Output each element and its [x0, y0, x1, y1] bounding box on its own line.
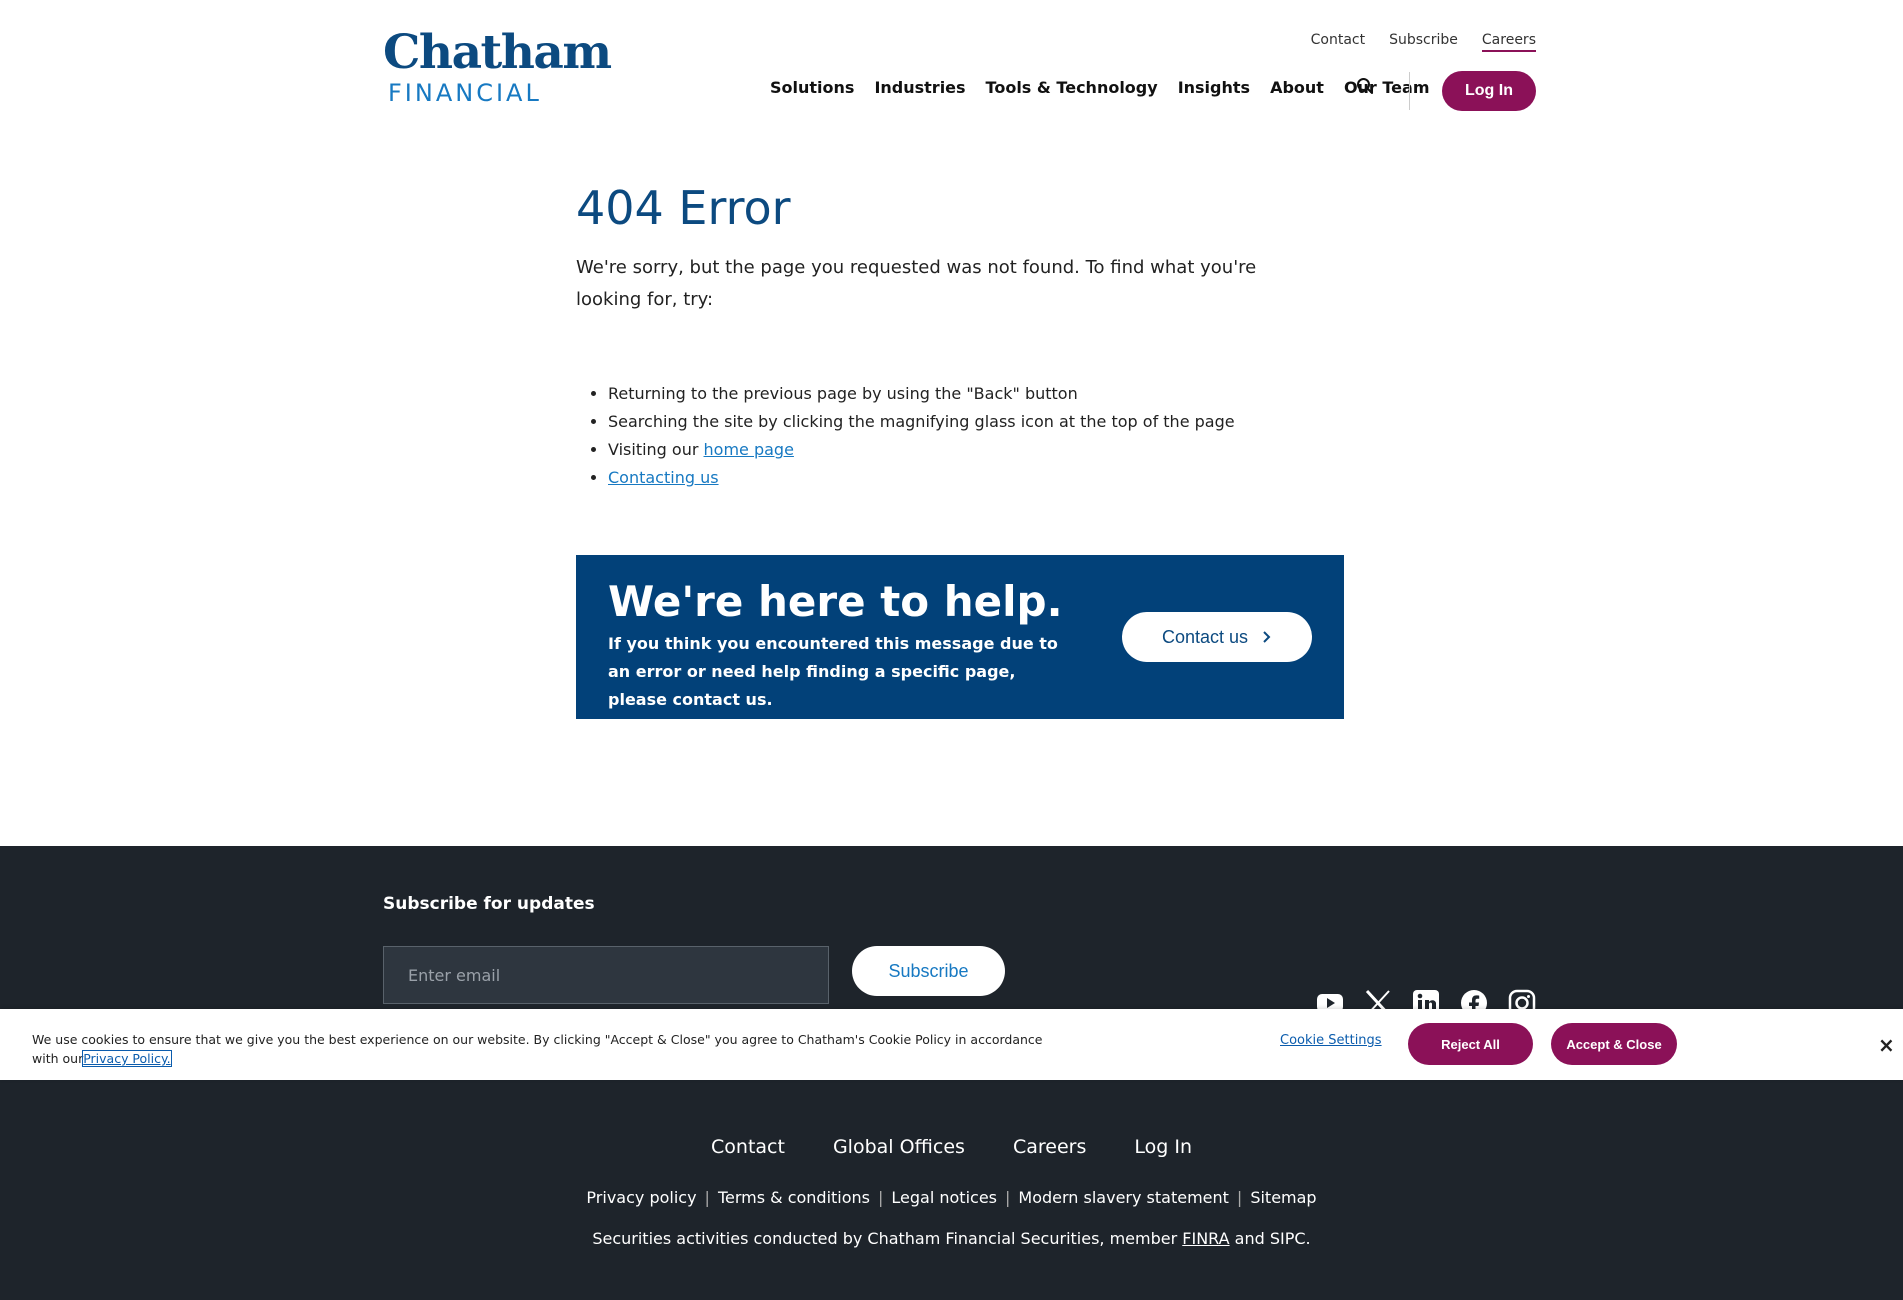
footer-link-legal[interactable]: Legal notices: [891, 1188, 997, 1207]
error-lead: We're sorry, but the page you requested …: [576, 257, 1257, 310]
list-item-text: Searching the site by clicking the magni…: [608, 412, 1235, 431]
util-link-careers[interactable]: Careers: [1481, 32, 1536, 52]
logo-subtitle: FINANCIAL: [388, 79, 542, 107]
logo-wordmark: Chatham: [383, 25, 612, 80]
link-separator: |: [878, 1188, 884, 1207]
cookie-banner: We use cookies to ensure that we give yo…: [0, 1009, 1903, 1080]
email-input[interactable]: [383, 946, 829, 1004]
footer-link-terms[interactable]: Terms & conditions: [718, 1188, 870, 1207]
list-item: Searching the site by clicking the magni…: [608, 408, 1235, 436]
nav-item-about[interactable]: About: [1270, 78, 1324, 97]
nav-item-tools-technology[interactable]: Tools & Technology: [986, 78, 1158, 97]
help-banner: We're here to help. If you think you enc…: [576, 555, 1344, 719]
cookie-message: We use cookies to ensure that we give yo…: [32, 1032, 1043, 1066]
footer-link-sitemap[interactable]: Sitemap: [1250, 1188, 1316, 1207]
close-icon[interactable]: ×: [1878, 1033, 1895, 1057]
nav-item-solutions[interactable]: Solutions: [770, 78, 854, 97]
list-item: Visiting our home page: [608, 436, 1235, 464]
footer-link-modern-slavery[interactable]: Modern slavery statement: [1018, 1188, 1229, 1207]
help-text: If you think you encountered this messag…: [608, 634, 1058, 709]
subscribe-title: Subscribe for updates: [383, 894, 595, 914]
subscribe-button[interactable]: Subscribe: [852, 946, 1005, 996]
finra-link[interactable]: FINRA: [1182, 1229, 1229, 1248]
page-title: 404 Error: [576, 181, 791, 235]
footer-link-privacy[interactable]: Privacy policy: [586, 1188, 696, 1207]
nav-item-insights[interactable]: Insights: [1178, 78, 1250, 97]
cookie-settings-link[interactable]: Cookie Settings: [1280, 1033, 1382, 1048]
list-item: Contacting us: [608, 464, 1235, 492]
footer-link-global-offices[interactable]: Global Offices: [833, 1136, 965, 1158]
link-separator: |: [1236, 1188, 1243, 1207]
footer-links: Contact Global Offices Careers Log In Pr…: [0, 1136, 1903, 1248]
footer-link-careers[interactable]: Careers: [1013, 1136, 1086, 1158]
contacting-us-link[interactable]: Contacting us: [608, 468, 719, 487]
disclosure-suffix: and SIPC.: [1229, 1229, 1311, 1248]
chatham-logo[interactable]: Chatham FINANCIAL: [383, 25, 612, 107]
nav-divider: [1409, 72, 1410, 110]
list-item-text: Returning to the previous page by using …: [608, 384, 1078, 403]
link-separator: |: [704, 1188, 710, 1207]
login-button[interactable]: Log In: [1442, 71, 1536, 111]
cookie-text: We use cookies to ensure that we give yo…: [32, 1030, 1052, 1068]
reject-all-button[interactable]: Reject All: [1408, 1023, 1533, 1065]
chevron-right-icon: [1263, 631, 1271, 643]
contact-us-label: Contact us: [1161, 626, 1249, 647]
site-header: Chatham FINANCIAL Contact Subscribe Care…: [0, 0, 1903, 130]
footer-secondary-links: Privacy policy | Terms & conditions | Le…: [0, 1188, 1903, 1207]
main-nav: Solutions Industries Tools & Technology …: [770, 78, 1430, 97]
privacy-policy-link[interactable]: Privacy Policy.: [82, 1050, 172, 1067]
util-link-subscribe[interactable]: Subscribe: [1389, 32, 1458, 52]
footer-disclosure: Securities activities conducted by Chath…: [0, 1229, 1903, 1248]
nav-item-industries[interactable]: Industries: [874, 78, 965, 97]
disclosure-text: Securities activities conducted by Chath…: [592, 1229, 1183, 1248]
list-item: Returning to the previous page by using …: [608, 380, 1235, 408]
accept-close-button[interactable]: Accept & Close: [1551, 1023, 1677, 1065]
footer-link-contact[interactable]: Contact: [711, 1136, 785, 1158]
home-page-link[interactable]: home page: [704, 440, 794, 459]
footer-link-login[interactable]: Log In: [1134, 1136, 1192, 1158]
error-content: 404 Error We're sorry, but the page you …: [576, 180, 1344, 487]
help-title: We're here to help.: [608, 577, 1063, 626]
link-separator: |: [1005, 1188, 1011, 1207]
utility-nav: Contact Subscribe Careers: [1311, 32, 1536, 52]
contact-us-button[interactable]: Contact us: [1122, 612, 1312, 662]
list-item-text: Visiting our: [608, 440, 704, 459]
search-icon[interactable]: [1356, 77, 1374, 95]
suggestion-list: Returning to the previous page by using …: [608, 380, 1235, 492]
util-link-contact[interactable]: Contact: [1311, 32, 1365, 52]
footer-primary-links: Contact Global Offices Careers Log In: [0, 1136, 1903, 1158]
